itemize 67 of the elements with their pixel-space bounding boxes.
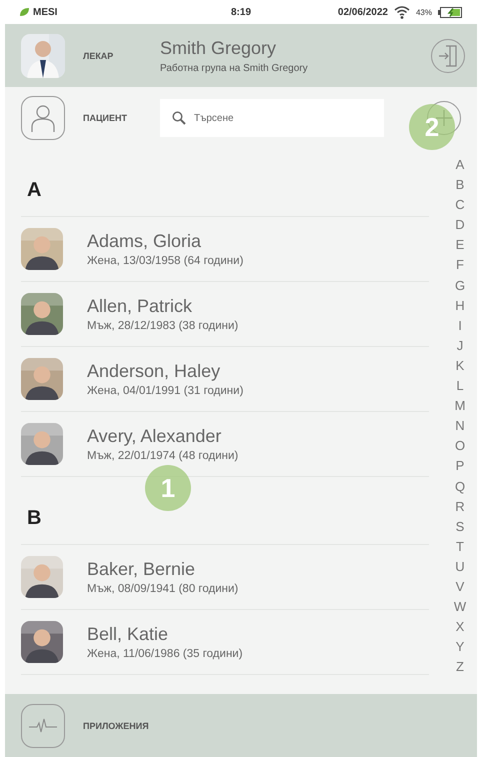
index-letter[interactable]: H: [455, 296, 465, 316]
section-letter: A: [27, 179, 42, 202]
index-letter[interactable]: F: [456, 255, 464, 276]
patient-details: Жена, 13/03/1958 (64 години): [87, 255, 244, 267]
index-letter[interactable]: S: [456, 516, 464, 537]
index-letter[interactable]: Q: [454, 476, 466, 497]
patient-row[interactable]: Anderson, Haley Жена, 04/01/1991 (31 години): [21, 347, 429, 412]
exit-door-icon: [438, 44, 458, 66]
index-letter[interactable]: O: [454, 436, 466, 456]
index-letter[interactable]: W: [454, 597, 466, 618]
section-letter: B: [27, 507, 42, 530]
patient-name: Anderson, Haley: [87, 361, 220, 382]
index-letter[interactable]: A: [456, 155, 464, 176]
patient-row[interactable]: Allen, Patrick Мъж, 28/12/1983 (38 години): [21, 282, 429, 347]
person-icon: [30, 103, 56, 133]
index-letter[interactable]: C: [455, 195, 465, 216]
patient-details: Жена, 04/01/1991 (31 години): [87, 385, 244, 397]
patient-name: Baker, Bernie: [87, 559, 196, 580]
index-letter[interactable]: Z: [456, 657, 464, 678]
battery-icon: [438, 6, 462, 18]
index-letter[interactable]: R: [455, 496, 465, 517]
index-letter[interactable]: K: [456, 356, 464, 376]
index-letter[interactable]: B: [456, 175, 464, 196]
patient-name: Bell, Katie: [87, 624, 168, 645]
index-letter[interactable]: N: [455, 416, 465, 436]
index-letter[interactable]: T: [456, 536, 464, 557]
index-letter[interactable]: J: [456, 336, 464, 356]
battery-percent: 43%: [416, 8, 432, 16]
callout-tooltip: 2: [409, 104, 455, 150]
callout-tooltip: 1: [145, 465, 191, 511]
status-time: 8:19: [230, 6, 251, 18]
apps-button[interactable]: [21, 704, 65, 748]
patient-label: ПАЦИЕНТ: [82, 113, 128, 123]
logout-button[interactable]: [431, 38, 465, 72]
patient-name: Adams, Gloria: [87, 231, 202, 252]
index-letter[interactable]: D: [455, 215, 465, 236]
index-letter[interactable]: M: [454, 396, 466, 416]
index-letter[interactable]: V: [456, 576, 464, 598]
doctor-name: Smith Gregory: [160, 38, 278, 58]
search-icon: [172, 111, 186, 125]
index-letter[interactable]: Y: [456, 637, 464, 658]
patient-details: Мъж, 22/01/1974 (48 години): [87, 450, 238, 462]
work-group: Работна група на Smith Gregory: [160, 62, 431, 74]
index-letter[interactable]: L: [456, 376, 464, 396]
index-letter[interactable]: I: [458, 316, 462, 336]
index-letter[interactable]: X: [456, 617, 464, 638]
patient-button[interactable]: [21, 96, 65, 140]
index-letter[interactable]: E: [456, 235, 464, 256]
patient-row[interactable]: Baker, Bernie Мъж, 08/09/1941 (80 години): [21, 545, 429, 610]
search-field[interactable]: Търсене: [160, 99, 384, 137]
status-date: 02/06/2022: [338, 6, 388, 18]
index-letter[interactable]: U: [455, 556, 465, 577]
patient-name: Avery, Alexander: [87, 426, 222, 447]
apps-label: ПРИЛОЖЕНИЯ: [82, 720, 150, 730]
index-letter[interactable]: G: [454, 276, 466, 296]
patient-row[interactable]: Adams, Gloria Жена, 13/03/1958 (64 години): [21, 217, 429, 282]
wifi-icon: [394, 6, 410, 18]
index-letter[interactable]: P: [456, 456, 464, 476]
heartbeat-icon: [28, 716, 58, 734]
patient-details: Мъж, 28/12/1983 (38 години): [87, 320, 238, 332]
patient-row[interactable]: Bell, Katie Жена, 11/06/1986 (35 години): [21, 610, 429, 675]
patient-details: Жена, 11/06/1986 (35 години): [87, 648, 243, 660]
patient-details: Мъж, 08/09/1941 (80 години): [87, 583, 238, 595]
patient-name: Allen, Patrick: [87, 296, 192, 317]
role-label: ЛЕКАР: [82, 50, 114, 60]
leaf-icon: [20, 8, 29, 16]
carrier-name: MESI: [33, 6, 58, 18]
